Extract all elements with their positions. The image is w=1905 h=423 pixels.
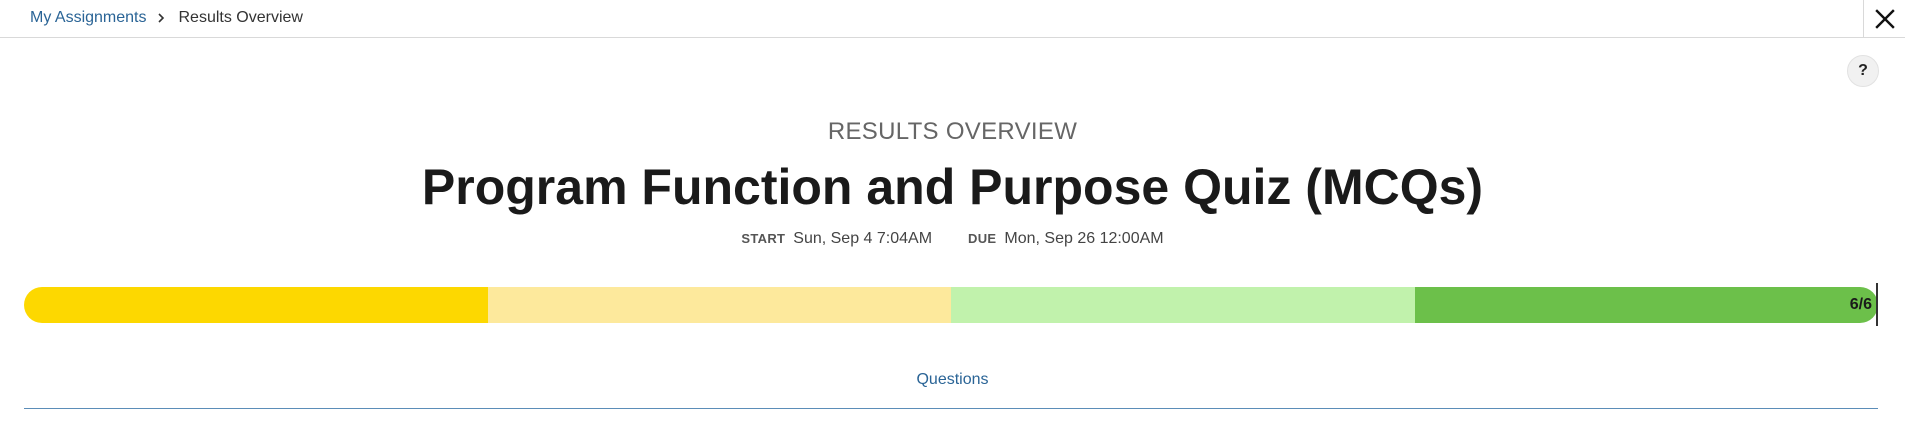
close-icon [1874,9,1895,29]
section-label: RESULTS OVERVIEW [827,118,1078,145]
help-button[interactable]: ? [1847,55,1879,87]
score-progress-bar: 6/6 [24,287,1878,323]
start-date: START Sun, Sep 4 7:04AM [741,230,932,248]
progress-segment-4 [1414,287,1878,323]
progress-segment-2 [487,287,951,323]
start-key: START [741,231,786,246]
due-key: DUE [968,231,997,246]
start-value: Sun, Sep 4 7:04AM [793,230,933,247]
assignment-dates: START Sun, Sep 4 7:04AM DUE Mon, Sep 26 … [0,230,1905,248]
tab-underline [24,408,1878,409]
close-button[interactable] [1863,0,1905,38]
top-bar: My Assignments Results Overview [0,0,1905,38]
score-label: 6/6 [1849,296,1872,313]
breadcrumb: My Assignments Results Overview [30,9,303,27]
progress-segment-3 [951,287,1415,323]
due-date: DUE Mon, Sep 26 12:00AM [968,230,1164,248]
progress-marker [1876,283,1878,326]
breadcrumb-my-assignments-link[interactable]: My Assignments [30,9,146,27]
tab-questions[interactable]: Questions [0,371,1905,389]
breadcrumb-current: Results Overview [178,9,303,26]
progress-segment-1 [24,287,488,323]
page-title: Program Function and Purpose Quiz (MCQs) [421,159,1484,215]
due-value: Mon, Sep 26 12:00AM [1004,230,1164,247]
chevron-right-icon [156,12,166,24]
